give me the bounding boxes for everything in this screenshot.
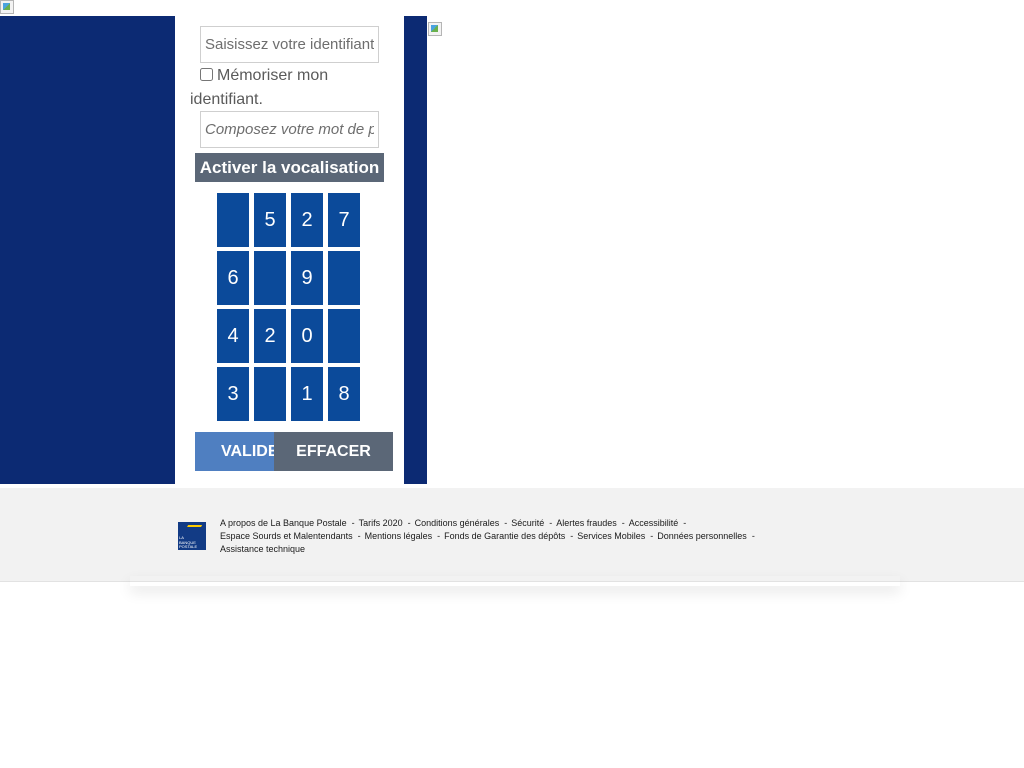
footer-link-mentions[interactable]: Mentions légales — [365, 531, 433, 541]
clear-button[interactable]: EFFACER — [274, 432, 393, 471]
footer-link-a-propos[interactable]: A propos de La Banque Postale — [220, 518, 347, 528]
link-separator: - — [570, 531, 574, 541]
validate-button[interactable]: VALIDER — [195, 432, 285, 471]
password-input[interactable] — [200, 111, 379, 148]
keypad-key[interactable] — [254, 367, 286, 421]
keypad-key[interactable] — [254, 251, 286, 305]
keypad-key[interactable] — [328, 309, 360, 363]
right-navy-strip — [404, 16, 427, 484]
link-separator: - — [549, 518, 553, 528]
remember-row: Mémoriser mon identifiant. — [190, 64, 395, 112]
vocalisation-button[interactable]: Activer la vocalisation — [195, 153, 384, 182]
keypad-key[interactable]: 0 — [291, 309, 323, 363]
keypad-key[interactable]: 1 — [291, 367, 323, 421]
footer-shadow — [130, 576, 900, 586]
keypad-key[interactable]: 5 — [254, 193, 286, 247]
keypad-key[interactable]: 4 — [217, 309, 249, 363]
keypad-key[interactable]: 7 — [328, 193, 360, 247]
footer-link-donnees[interactable]: Données personnelles — [657, 531, 747, 541]
keypad-key[interactable]: 2 — [254, 309, 286, 363]
bird-icon — [181, 525, 203, 536]
broken-image-icon — [428, 22, 442, 36]
la-banque-postale-logo: LA BANQUE POSTALE — [178, 522, 206, 550]
link-separator: - — [751, 531, 755, 541]
footer: LA BANQUE POSTALE A propos de La Banque Po… — [0, 488, 1024, 582]
remember-checkbox[interactable] — [200, 68, 213, 81]
link-separator: - — [351, 518, 355, 528]
identifier-input[interactable] — [200, 26, 379, 63]
footer-link-securite[interactable]: Sécurité — [511, 518, 544, 528]
keypad-key[interactable] — [217, 193, 249, 247]
link-separator: - — [650, 531, 654, 541]
footer-link-conditions[interactable]: Conditions générales — [415, 518, 500, 528]
footer-link-alertes[interactable]: Alertes fraudes — [556, 518, 617, 528]
footer-link-espace-sourds[interactable]: Espace Sourds et Malentendants — [220, 531, 353, 541]
keypad-key[interactable]: 9 — [291, 251, 323, 305]
keypad-key[interactable]: 8 — [328, 367, 360, 421]
link-separator: - — [437, 531, 441, 541]
link-separator: - — [407, 518, 411, 528]
footer-links: A propos de La Banque Postale - Tarifs 202… — [220, 517, 820, 556]
link-separator: - — [504, 518, 508, 528]
footer-link-services-mobiles[interactable]: Services Mobiles — [577, 531, 645, 541]
footer-link-tarifs[interactable]: Tarifs 2020 — [359, 518, 403, 528]
left-navy-panel — [0, 16, 175, 484]
login-panel: Mémoriser mon identifiant. Activer la vo… — [175, 16, 404, 484]
footer-link-fonds-garantie[interactable]: Fonds de Garantie des dépôts — [444, 531, 565, 541]
keypad: 5 2 7 6 9 4 2 0 3 1 8 — [217, 193, 360, 421]
keypad-key[interactable]: 2 — [291, 193, 323, 247]
footer-link-assistance[interactable]: Assistance technique — [220, 544, 305, 554]
keypad-key[interactable]: 3 — [217, 367, 249, 421]
link-separator: - — [357, 531, 361, 541]
logo-text-line: POSTALE — [179, 544, 198, 549]
footer-link-accessibilite[interactable]: Accessibilité — [629, 518, 679, 528]
broken-image-icon — [0, 0, 14, 14]
keypad-key[interactable]: 6 — [217, 251, 249, 305]
link-separator: - — [683, 518, 687, 528]
keypad-key[interactable] — [328, 251, 360, 305]
link-separator: - — [621, 518, 625, 528]
